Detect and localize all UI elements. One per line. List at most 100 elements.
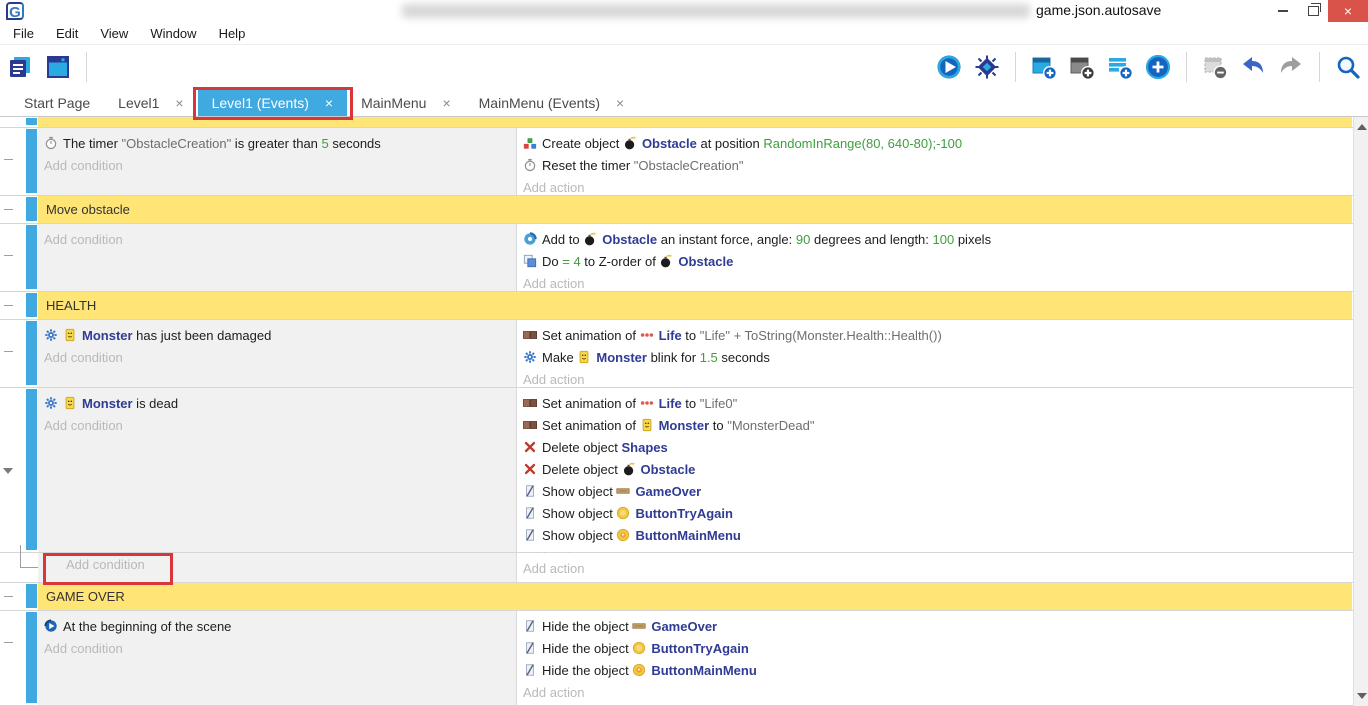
event-selection-bar[interactable] (26, 225, 37, 289)
add-condition-button[interactable]: Add condition (38, 638, 516, 660)
conditions-column: At the beginning of the sceneAdd conditi… (38, 611, 516, 705)
action-line[interactable]: Hide the object ButtonTryAgain (517, 638, 1352, 660)
add-condition-button[interactable]: Add condition (38, 229, 516, 251)
life-icon (640, 396, 654, 410)
action-line[interactable]: Set animation of Monster to "MonsterDead… (517, 415, 1352, 437)
event-row: The timer "ObstacleCreation" is greater … (0, 128, 1353, 196)
action-line[interactable]: Hide the object GameOver (517, 616, 1352, 638)
tab-label: Level1 (Events) (212, 95, 309, 111)
action-line[interactable]: Do = 4 to Z-order of Obstacle (517, 251, 1352, 273)
instruction-text: = 4 (562, 254, 580, 269)
menu-bar: FileEditViewWindowHelp (0, 22, 1368, 45)
condition-line[interactable]: Monster is dead (38, 393, 516, 415)
object-name: ButtonTryAgain (651, 641, 749, 656)
add-subevent-icon[interactable] (1068, 53, 1096, 81)
tab-level1-events[interactable]: Level1 (Events) × (198, 89, 347, 116)
event-selection-bar[interactable] (26, 584, 37, 608)
action-line[interactable]: Delete object Shapes (517, 437, 1352, 459)
button-mainmenu-icon (616, 528, 630, 542)
object-name: Obstacle (641, 462, 696, 477)
menu-item-file[interactable]: File (2, 26, 45, 41)
action-line[interactable]: Set animation of Life to "Life0" (517, 393, 1352, 415)
tab-close-icon[interactable]: × (616, 95, 624, 111)
conditions-column: Monster has just been damagedAdd conditi… (38, 320, 516, 387)
close-button[interactable]: × (1328, 0, 1368, 22)
comment-body[interactable] (38, 117, 1352, 127)
event-selection-bar[interactable] (26, 197, 37, 221)
event-row: Monster is deadAdd conditionSet animatio… (0, 388, 1353, 553)
tab-level1[interactable]: Level1× (104, 89, 197, 116)
event-selection-bar[interactable] (26, 612, 37, 703)
column-divider (516, 128, 517, 195)
add-comment-icon[interactable] (1106, 53, 1134, 81)
action-line[interactable]: Add to Obstacle an instant force, angle:… (517, 229, 1352, 251)
add-condition-button[interactable]: Add condition (38, 347, 516, 369)
event-row: At the beginning of the sceneAdd conditi… (0, 611, 1353, 706)
bomb-icon (622, 462, 636, 476)
event-selection-bar[interactable] (26, 129, 37, 193)
project-manager-icon[interactable] (6, 53, 34, 81)
comment-body[interactable]: HEALTH (38, 292, 1352, 319)
play-preview-icon[interactable] (935, 53, 963, 81)
search-icon[interactable] (1334, 53, 1362, 81)
action-line[interactable]: Hide the object ButtonMainMenu (517, 660, 1352, 682)
comment-body[interactable]: GAME OVER (38, 583, 1352, 610)
menu-item-view[interactable]: View (89, 26, 139, 41)
comment-body[interactable]: Move obstacle (38, 196, 1352, 223)
action-line[interactable]: Make Monster blink for 1.5 seconds (517, 347, 1352, 369)
menu-item-window[interactable]: Window (139, 26, 207, 41)
tab-mainmenu[interactable]: MainMenu × (347, 89, 465, 116)
add-event-icon[interactable] (1030, 53, 1058, 81)
minimize-button[interactable] (1268, 0, 1298, 22)
monster-icon (63, 396, 77, 410)
event-selection-bar[interactable] (26, 118, 37, 125)
add-condition-button[interactable]: Add condition (66, 557, 145, 572)
event-selection-bar[interactable] (26, 389, 37, 550)
tab-label: MainMenu (361, 95, 426, 111)
add-action-button[interactable]: Add action (517, 682, 1352, 704)
condition-line[interactable]: At the beginning of the scene (38, 616, 516, 638)
tab-start-page[interactable]: Start Page (10, 89, 104, 116)
add-action-button[interactable]: Add action (517, 558, 1352, 580)
action-line[interactable]: Create object Obstacle at position Rando… (517, 133, 1352, 155)
action-line[interactable]: Set animation of Life to "Life" + ToStri… (517, 325, 1352, 347)
animation-icon (523, 396, 537, 410)
undo-icon[interactable] (1239, 53, 1267, 81)
add-condition-button[interactable]: Add condition (38, 155, 516, 177)
action-line[interactable]: Reset the timer "ObstacleCreation" (517, 155, 1352, 177)
action-line[interactable]: Show object GameOver (517, 481, 1352, 503)
condition-line[interactable]: Monster has just been damaged (38, 325, 516, 347)
instruction-text: Set animation of (542, 418, 640, 433)
instruction-text: Hide the object (542, 641, 632, 656)
scene-editor-icon[interactable] (44, 53, 72, 81)
tab-mainmenu-events[interactable]: MainMenu (Events)× (465, 89, 639, 116)
instruction-text: pixels (954, 232, 991, 247)
delete-event-icon[interactable] (1201, 53, 1229, 81)
instruction-text: Set animation of (542, 396, 640, 411)
condition-line[interactable]: The timer "ObstacleCreation" is greater … (38, 133, 516, 155)
vertical-scrollbar[interactable] (1353, 117, 1368, 706)
tab-close-icon[interactable]: × (442, 95, 450, 111)
expand-arrow-icon[interactable] (3, 468, 13, 474)
action-line[interactable]: Delete object Obstacle (517, 459, 1352, 481)
conditions-column: The timer "ObstacleCreation" is greater … (38, 128, 516, 195)
action-line[interactable]: Show object ButtonTryAgain (517, 503, 1352, 525)
event-selection-bar[interactable] (26, 293, 37, 317)
menu-item-help[interactable]: Help (208, 26, 257, 41)
add-condition-button[interactable]: Add condition (38, 415, 516, 437)
debug-icon[interactable] (973, 53, 1001, 81)
event-selection-bar[interactable] (26, 321, 37, 385)
maximize-button[interactable] (1298, 0, 1328, 22)
tab-close-icon[interactable]: × (175, 95, 183, 111)
instruction-text: blink for (647, 350, 700, 365)
scroll-down-icon[interactable] (1357, 693, 1367, 699)
object-name: Shapes (622, 440, 668, 455)
action-line[interactable]: Show object ButtonMainMenu (517, 525, 1352, 547)
tab-close-icon[interactable]: × (325, 95, 333, 111)
conditions-column: Add condition (38, 224, 516, 291)
add-more-icon[interactable] (1144, 53, 1172, 81)
menu-item-edit[interactable]: Edit (45, 26, 89, 41)
instruction-text: to Z-order of (581, 254, 660, 269)
redo-icon[interactable] (1277, 53, 1305, 81)
scroll-up-icon[interactable] (1357, 124, 1367, 130)
